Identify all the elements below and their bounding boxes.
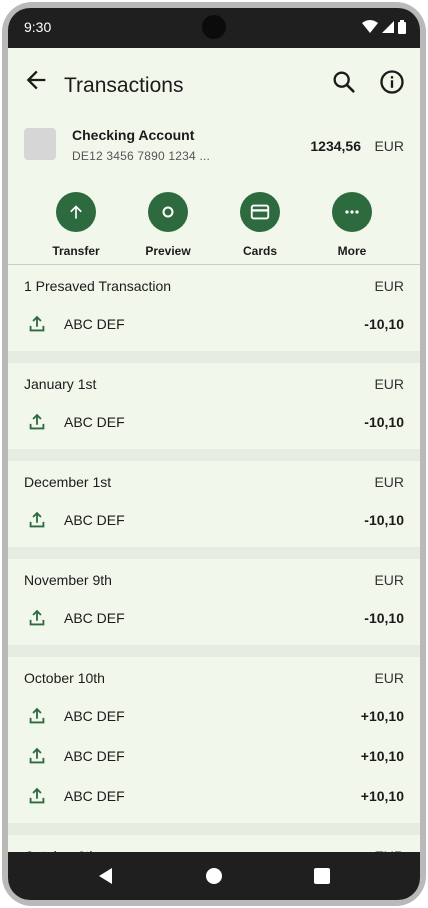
transaction-amount: -10,10 bbox=[364, 512, 404, 528]
transaction-group: January 1st EUR ABC DEF -10,10 bbox=[8, 363, 420, 449]
group-date: 1 Presaved Transaction bbox=[24, 278, 172, 294]
upload-icon bbox=[26, 313, 48, 335]
transaction-amount: +10,10 bbox=[360, 788, 404, 804]
transaction-row[interactable]: ABC DEF +10,10 bbox=[8, 699, 420, 739]
quick-actions: Transfer Preview Cards More bbox=[8, 192, 420, 264]
group-header: January 1st EUR bbox=[8, 363, 420, 405]
more-icon bbox=[345, 210, 359, 214]
preview-circle bbox=[148, 192, 188, 232]
transaction-amount: -10,10 bbox=[364, 414, 404, 430]
transaction-row[interactable]: ABC DEF -10,10 bbox=[8, 601, 420, 641]
transaction-group: December 1st EUR ABC DEF -10,10 bbox=[8, 461, 420, 547]
signal-icon bbox=[382, 21, 394, 33]
transaction-row[interactable]: ABC DEF +10,10 bbox=[8, 779, 420, 819]
transaction-group: October 9thEUR bbox=[8, 835, 420, 852]
cards-label: Cards bbox=[242, 244, 277, 258]
group-currency: EUR bbox=[374, 474, 404, 490]
back-arrow-icon[interactable] bbox=[22, 66, 50, 94]
upload-icon bbox=[26, 745, 48, 767]
more-circle bbox=[332, 192, 372, 232]
status-bar: 9:30 bbox=[8, 8, 420, 48]
transaction-group: 1 Presaved Transaction EUR ABC DEF -10,10 bbox=[8, 265, 420, 351]
transaction-name: ABC DEF bbox=[64, 748, 125, 764]
group-date: December 1st bbox=[24, 474, 112, 490]
transfer-circle bbox=[56, 192, 96, 232]
device: 9:30 Transactions Checking Account DE12 … bbox=[0, 0, 428, 908]
cards-circle bbox=[240, 192, 280, 232]
transaction-amount: +10,10 bbox=[360, 708, 404, 724]
transaction-name: ABC DEF bbox=[64, 788, 125, 804]
transaction-name: ABC DEF bbox=[64, 512, 125, 528]
cards-button[interactable]: Cards bbox=[220, 192, 300, 258]
page-title: Transactions bbox=[64, 74, 184, 97]
status-time: 9:30 bbox=[24, 19, 52, 35]
preview-label: Preview bbox=[145, 244, 191, 258]
group-currency: EUR bbox=[374, 278, 404, 294]
battery-icon bbox=[398, 20, 406, 34]
transaction-group: October 10th EUR ABC DEF +10,10 ABC DEF +10,1… bbox=[8, 657, 420, 823]
upload-icon bbox=[26, 607, 48, 629]
preview-button[interactable]: Preview bbox=[128, 192, 208, 258]
group-header: November 9th EUR bbox=[8, 559, 420, 601]
group-date: October 10th bbox=[24, 670, 105, 686]
screen: 9:30 Transactions Checking Account DE12 … bbox=[8, 8, 420, 900]
transaction-amount: -10,10 bbox=[364, 610, 404, 626]
more-label: More bbox=[337, 244, 367, 258]
navigation-bar bbox=[8, 852, 420, 900]
transaction-name: ABC DEF bbox=[64, 316, 125, 332]
more-button[interactable]: More bbox=[312, 192, 392, 258]
group-currency: EUR bbox=[374, 670, 404, 686]
transaction-name: ABC DEF bbox=[64, 414, 125, 430]
transfer-button[interactable]: Transfer bbox=[36, 192, 116, 258]
transfer-label: Transfer bbox=[52, 244, 100, 258]
circle-icon bbox=[162, 206, 174, 218]
group-date: January 1st bbox=[24, 376, 97, 392]
account-name: Checking Account bbox=[72, 127, 195, 143]
transaction-row[interactable]: ABC DEF -10,10 bbox=[8, 405, 420, 445]
front-camera bbox=[202, 15, 226, 39]
arrow-up-icon bbox=[70, 205, 82, 219]
transaction-row[interactable]: ABC DEF +10,10 bbox=[8, 739, 420, 779]
account-iban: DE12 3456 7890 1234 ... bbox=[72, 149, 211, 163]
group-header: October 9thEUR bbox=[8, 835, 420, 852]
account-avatar bbox=[24, 128, 56, 160]
account-currency: EUR bbox=[374, 138, 404, 154]
info-icon[interactable] bbox=[378, 68, 406, 96]
group-currency: EUR bbox=[374, 376, 404, 392]
upload-icon bbox=[26, 705, 48, 727]
group-header: October 10th EUR bbox=[8, 657, 420, 699]
transaction-amount: +10,10 bbox=[360, 748, 404, 764]
transaction-amount: -10,10 bbox=[364, 316, 404, 332]
transaction-row[interactable]: ABC DEF -10,10 bbox=[8, 307, 420, 347]
nav-recents-icon[interactable] bbox=[314, 868, 330, 884]
group-currency: EUR bbox=[374, 572, 404, 588]
transaction-name: ABC DEF bbox=[64, 610, 125, 626]
card-icon bbox=[250, 204, 270, 220]
group-header: 1 Presaved Transaction EUR bbox=[8, 265, 420, 307]
transaction-group: November 9th EUR ABC DEF -10,10 bbox=[8, 559, 420, 645]
transaction-list[interactable]: 1 Presaved Transaction EUR ABC DEF -10,10 Ja… bbox=[8, 265, 420, 852]
transaction-name: ABC DEF bbox=[64, 708, 125, 724]
upload-icon bbox=[26, 509, 48, 531]
wifi-icon bbox=[362, 20, 378, 33]
status-icons bbox=[362, 20, 406, 34]
upload-icon bbox=[26, 785, 48, 807]
account-balance: 1234,56 bbox=[310, 138, 361, 154]
search-icon[interactable] bbox=[330, 68, 358, 96]
group-header: December 1st EUR bbox=[8, 461, 420, 503]
group-date: November 9th bbox=[24, 572, 112, 588]
account-summary[interactable]: Checking Account DE12 3456 7890 1234 ...… bbox=[8, 120, 420, 184]
transaction-row[interactable]: ABC DEF -10,10 bbox=[8, 503, 420, 543]
top-app-bar: Transactions bbox=[8, 48, 420, 112]
nav-back-icon[interactable] bbox=[98, 868, 114, 884]
upload-icon bbox=[26, 411, 48, 433]
nav-home-icon[interactable] bbox=[206, 868, 222, 884]
